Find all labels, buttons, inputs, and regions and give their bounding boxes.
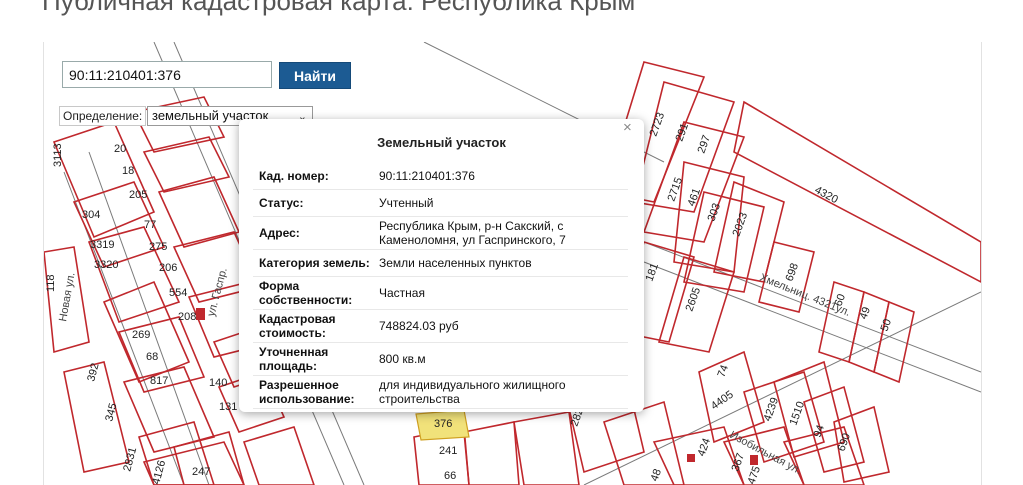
parcel-label: 4239 <box>762 396 782 423</box>
parcel-label: 690 <box>836 432 854 453</box>
parcel-label: 77 <box>144 219 156 231</box>
definition-label: Определение: <box>59 106 147 126</box>
parcel-label: 4320 <box>813 184 840 206</box>
attr-key: Уточненная площадь: <box>259 345 329 373</box>
page-title: Публичная кадастровая карта: Республика … <box>42 0 636 16</box>
parcel-label: 247 <box>192 466 210 478</box>
parcel-label: 94 <box>812 423 827 439</box>
parcel-label: 1510 <box>788 400 808 427</box>
parcel-label: 269 <box>132 329 150 341</box>
attr-row-address: Адрес: Республика Крым, р-н Сакский, с К… <box>253 217 628 250</box>
attr-key: Форма собственности: <box>259 279 353 307</box>
parcel-label: 2023 <box>731 211 751 238</box>
parcel-label: 140 <box>209 377 227 389</box>
attr-row-cadastral-value: Кадастровая стоимость: 748824.03 руб <box>253 310 628 343</box>
parcel-label: 345 <box>103 402 119 423</box>
parcel-label: 49 <box>858 305 873 321</box>
attr-value: Частная <box>379 286 425 300</box>
parcel-label: 3113 <box>52 143 64 167</box>
parcel-label: 4405 <box>709 389 736 413</box>
parcel-label: 18 <box>122 165 134 177</box>
parcel-attributes: Кад. номер: 90:11:210401:376 Статус: Учт… <box>253 163 628 409</box>
parcel-label: 698 <box>784 262 802 283</box>
attr-key: Статус: <box>259 196 304 210</box>
attr-value: 90:11:210401:376 <box>379 169 475 183</box>
parcel-label: 241 <box>439 445 457 457</box>
parcel-label: 275 <box>149 241 167 253</box>
parcel-label: 181 <box>644 262 662 283</box>
attr-row-land-category: Категория земель: Земли населенных пункт… <box>253 250 628 277</box>
cadastral-number-input[interactable] <box>62 61 272 88</box>
parcel-label: 131 <box>219 401 237 413</box>
attr-key: Кадастровая стоимость: <box>259 312 336 340</box>
parcel-label: 2715 <box>666 176 686 203</box>
attr-key: Разрешенное использование: <box>259 378 355 406</box>
parcel-label: 2831 <box>121 446 139 473</box>
attr-key: Адрес: <box>259 226 300 240</box>
parcel-label: 304 <box>82 209 100 221</box>
parcel-label: 208 <box>178 311 196 323</box>
parcel-label: 74 <box>716 363 731 379</box>
parcel-label: 475 <box>746 465 764 485</box>
attr-row-status: Статус: Учтенный <box>253 190 628 217</box>
attr-row-permitted-use: Разрешенное использование: для индивидуа… <box>253 376 628 409</box>
attr-row-ownership: Форма собственности: Частная <box>253 277 628 310</box>
attr-row-area: Уточненная площадь: 800 кв.м <box>253 343 628 376</box>
street-label: Новая ул. <box>57 272 77 323</box>
parcel-label: 392 <box>85 362 101 383</box>
parcel-label: 554 <box>169 287 187 299</box>
parcel-label: 291 <box>674 122 692 143</box>
attr-value: Республика Крым, р-н Сакский, с Каменоло… <box>379 219 566 247</box>
parcel-label: 424 <box>696 437 714 458</box>
attr-value: 800 кв.м <box>379 352 426 366</box>
parcel-info-popup: Земельный участок Кад. номер: 90:11:2104… <box>239 119 644 412</box>
parcel-label: 367 <box>730 452 748 473</box>
parcel-label: 3320 <box>94 259 118 271</box>
parcel-label: 376 <box>434 418 452 430</box>
attr-key: Категория земель: <box>259 256 370 270</box>
parcel-label: 118 <box>45 274 57 292</box>
parcel-label: 4126 <box>150 459 168 485</box>
parcel-label: 206 <box>159 262 177 274</box>
parcel-label: 2605 <box>684 286 704 313</box>
attr-value: Земли населенных пунктов <box>379 256 532 270</box>
parcel-label: 2723 <box>648 111 668 138</box>
parcel-label: 3319 <box>90 239 114 251</box>
popup-title: Земельный участок <box>377 135 506 150</box>
parcel-label: 66 <box>444 470 456 482</box>
search-button[interactable]: Найти <box>279 62 351 89</box>
parcel-label: 297 <box>696 134 714 155</box>
parcel-label: 20 <box>114 143 126 155</box>
attr-value: для индивидуального жилищного строительс… <box>379 378 566 406</box>
parcel-label: 68 <box>146 351 158 363</box>
parcel-label: 48 <box>649 467 664 483</box>
attr-value: 748824.03 руб <box>379 319 459 333</box>
attr-value: Учтенный <box>379 196 434 210</box>
attr-row-cadastral-number: Кад. номер: 90:11:210401:376 <box>253 163 628 190</box>
parcel-label: 817 <box>150 375 168 387</box>
attr-key: Кад. номер: <box>259 169 329 183</box>
close-icon[interactable]: × <box>623 119 632 136</box>
parcel-label: 205 <box>129 189 147 201</box>
parcel-label: 50 <box>879 317 894 333</box>
parcel-label: 303 <box>706 202 724 223</box>
